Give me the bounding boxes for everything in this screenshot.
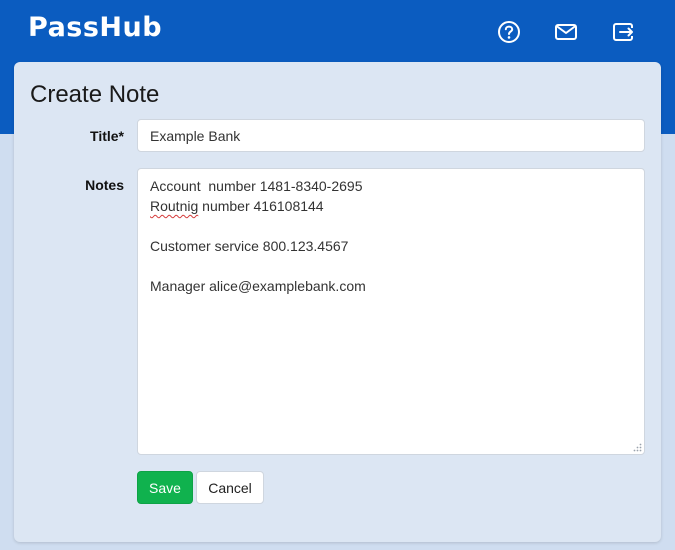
cancel-button[interactable]: Cancel — [196, 471, 264, 504]
notes-label: Notes — [85, 177, 124, 193]
notes-line: Account number 1481-8340-2695 — [150, 178, 363, 194]
notes-textarea[interactable]: Account number 1481-8340-2695 Routnig nu… — [137, 168, 645, 455]
misspelled-word: Routnig — [150, 198, 199, 214]
header-actions — [0, 18, 675, 48]
title-input[interactable] — [137, 119, 645, 152]
notes-line: Routnig number 416108144 — [150, 196, 632, 216]
notes-line — [150, 216, 632, 236]
title-label: Title* — [90, 128, 124, 144]
notes-line: Customer service 800.123.4567 — [150, 238, 349, 254]
page-title: Create Note — [30, 81, 160, 108]
resize-grip-icon[interactable] — [633, 443, 642, 452]
save-button[interactable]: Save — [137, 471, 193, 504]
create-note-card: Create Note Title* Notes Account number … — [14, 62, 661, 542]
mail-icon[interactable] — [552, 18, 580, 46]
notes-line-rest: number 416108144 — [198, 198, 324, 214]
logout-icon[interactable] — [609, 18, 637, 46]
notes-line: Manager alice@examplebank.com — [150, 278, 366, 294]
notes-line — [150, 256, 632, 276]
help-icon[interactable] — [495, 18, 523, 46]
